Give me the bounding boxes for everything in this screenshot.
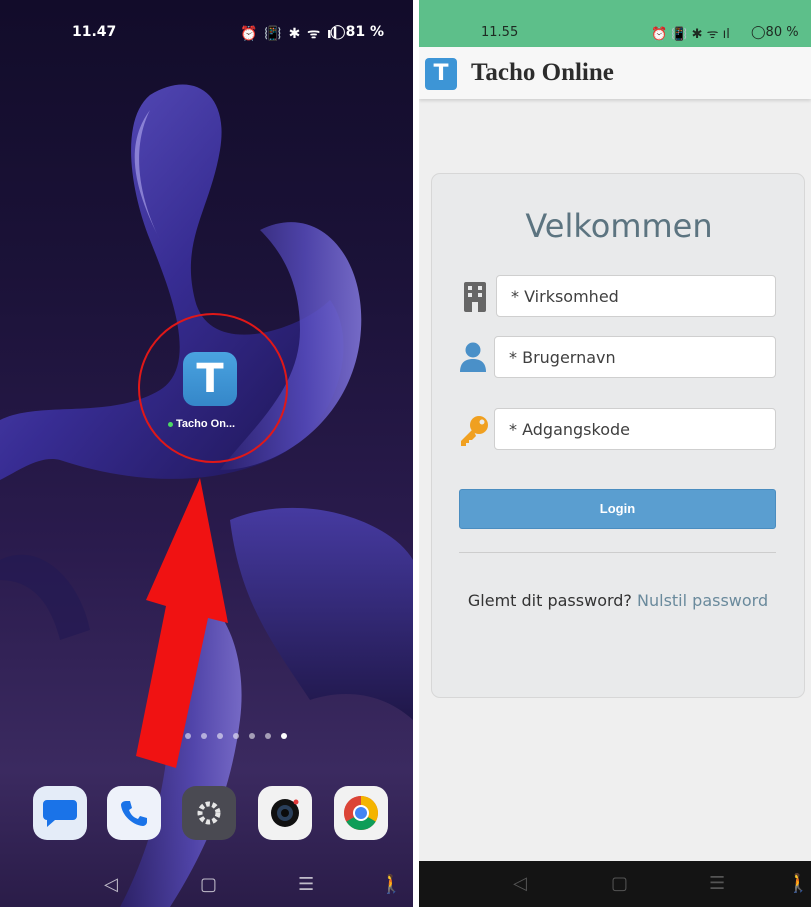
login-screen: 11.55 ⏰ 📳 ✱ ᯤ ıl ◯80 % T Tacho Online Ve… <box>419 0 811 907</box>
key-icon <box>461 416 488 446</box>
red-arrow-icon <box>136 478 228 768</box>
forgot-password-label: Glemt dit password? <box>467 591 632 610</box>
page-dot <box>249 733 255 739</box>
divider <box>459 552 776 553</box>
home-screen: 11.47 ⏰ 📳 ✱ ᯤ ıl ◯81 % T Tacho On... ◁ ▢… <box>0 0 413 907</box>
accessibility-button[interactable]: 🚶 <box>787 873 809 894</box>
battery-indicator: ◯80 % <box>751 25 799 40</box>
recents-button[interactable]: ☰ <box>709 873 725 894</box>
app-title: Tacho Online <box>471 59 614 86</box>
status-bar: 11.55 ⏰ 📳 ✱ ᯤ ıl ◯80 % <box>419 0 811 47</box>
username-field[interactable] <box>494 336 776 378</box>
status-time: 11.47 <box>72 24 117 40</box>
phone-icon[interactable] <box>107 786 161 840</box>
status-time: 11.55 <box>481 25 519 40</box>
status-bar: 11.47 ⏰ 📳 ✱ ᯤ ıl ◯81 % <box>0 0 413 60</box>
welcome-heading: Velkommen <box>525 207 713 245</box>
messages-icon[interactable] <box>33 786 87 840</box>
page-dot <box>265 733 271 739</box>
home-button[interactable]: ▢ <box>611 873 628 894</box>
back-button[interactable]: ◁ <box>104 874 118 895</box>
page-dot <box>217 733 223 739</box>
camera-icon[interactable] <box>258 786 312 840</box>
navigation-bar: ◁ ▢ ☰ 🚶 <box>419 861 811 907</box>
forgot-password-text: Glemt dit password? Nulstil password <box>462 586 774 616</box>
building-icon <box>464 282 486 312</box>
accessibility-button[interactable]: 🚶 <box>380 874 402 895</box>
settings-icon[interactable] <box>182 786 236 840</box>
company-field[interactable] <box>496 275 776 317</box>
page-dot <box>281 733 287 739</box>
page-dot <box>233 733 239 739</box>
login-button[interactable]: Login <box>459 489 776 529</box>
app-header: T Tacho Online <box>419 47 811 99</box>
battery-indicator: ◯81 % <box>330 24 385 40</box>
recents-button[interactable]: ☰ <box>298 874 314 895</box>
page-dot <box>201 733 207 739</box>
back-button[interactable]: ◁ <box>513 873 527 894</box>
status-icons: ⏰ 📳 ✱ ᯤ ıl <box>651 27 730 42</box>
home-button[interactable]: ▢ <box>200 874 217 895</box>
reset-password-link[interactable]: Nulstil password <box>637 591 768 610</box>
navigation-bar: ◁ ▢ ☰ 🚶 <box>0 862 413 907</box>
highlight-circle <box>138 313 288 463</box>
password-field[interactable] <box>494 408 776 450</box>
user-icon <box>460 342 486 372</box>
chrome-icon[interactable] <box>334 786 388 840</box>
page-dot <box>185 733 191 739</box>
login-card: Velkommen Login Glemt dit password? Nuls… <box>431 173 805 698</box>
status-icons: ⏰ 📳 ✱ ᯤ ıl <box>240 26 339 42</box>
app-logo: T <box>425 58 457 90</box>
